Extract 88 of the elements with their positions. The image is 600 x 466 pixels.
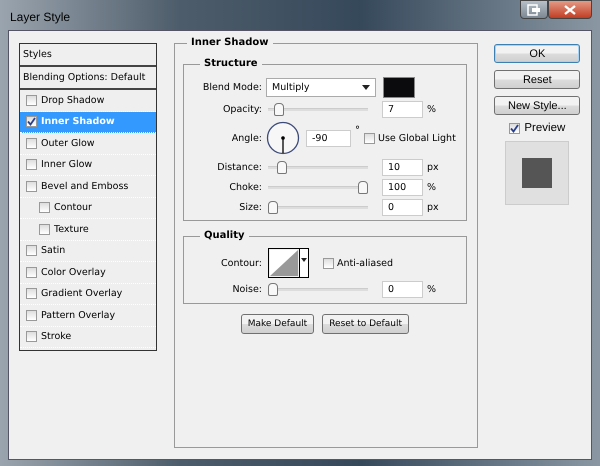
value-field[interactable]: 10 xyxy=(382,158,423,176)
value-field[interactable]: 0 xyxy=(382,198,423,216)
contour-picker[interactable] xyxy=(268,248,309,278)
checkbox-label: Use Global Light xyxy=(378,132,456,144)
checkbox[interactable] xyxy=(26,310,37,321)
checkbox[interactable] xyxy=(26,288,37,300)
panel-button[interactable]: Reset to Default xyxy=(322,314,409,334)
checkbox[interactable] xyxy=(26,245,37,256)
unit-label: % xyxy=(427,284,436,294)
slider-thumb[interactable] xyxy=(268,200,278,214)
window-title: Layer Style xyxy=(9,9,70,24)
style-label: Inner Shadow xyxy=(41,116,115,128)
field-label: Blend Mode: xyxy=(202,82,262,92)
angle-dial[interactable] xyxy=(266,121,300,155)
blending-options-item[interactable]: Blending Options: Default xyxy=(20,67,156,90)
style-label: Color Overlay xyxy=(41,266,106,278)
unit-label: px xyxy=(427,202,439,212)
field-label: Choke: xyxy=(228,182,262,192)
dialog-button[interactable]: New Style... xyxy=(494,96,580,115)
checkbox-label: Anti-aliased xyxy=(337,258,394,268)
field-label: Angle: xyxy=(230,132,262,144)
angle-field[interactable]: -90 xyxy=(306,130,351,146)
dialog-button[interactable]: OK xyxy=(494,44,580,63)
checkbox[interactable] xyxy=(509,122,520,134)
checkbox[interactable] xyxy=(26,94,37,106)
style-item[interactable]: Gradient Overlay xyxy=(20,284,156,305)
checkbox[interactable] xyxy=(39,224,50,235)
style-label: Texture xyxy=(54,224,89,235)
style-label: Inner Glow xyxy=(41,159,92,170)
restore-button[interactable] xyxy=(520,0,548,19)
panel-button[interactable]: Make Default xyxy=(240,314,314,334)
group-title: Quality xyxy=(200,230,249,241)
value-field[interactable]: 0 xyxy=(382,280,423,298)
style-label: Bevel and Emboss xyxy=(41,180,128,192)
slider-thumb[interactable] xyxy=(274,102,284,116)
unit-label: % xyxy=(427,104,436,114)
field-label: Noise: xyxy=(231,284,262,294)
color-swatch[interactable] xyxy=(383,76,415,98)
blend-mode-dropdown[interactable]: Multiply xyxy=(266,78,376,96)
caret-icon xyxy=(301,258,307,262)
styles-header[interactable]: Styles xyxy=(20,44,156,67)
style-label: Outer Glow xyxy=(41,138,95,149)
checkbox[interactable] xyxy=(26,159,37,170)
checkbox[interactable] xyxy=(364,132,375,144)
unit-label: px xyxy=(427,162,439,172)
unit-label: % xyxy=(427,182,436,192)
style-item[interactable]: Inner Glow xyxy=(20,154,156,176)
style-label: Satin xyxy=(41,245,66,256)
style-item[interactable]: Bevel and Emboss xyxy=(20,176,156,198)
field-label: Contour: xyxy=(220,258,262,268)
checkbox[interactable] xyxy=(26,138,37,149)
style-label: Drop Shadow xyxy=(41,94,104,106)
unit-label: ° xyxy=(355,125,360,136)
dialog-button[interactable]: Reset xyxy=(494,70,580,89)
checkbox[interactable] xyxy=(26,331,37,342)
preview-square xyxy=(522,158,552,188)
field-label: Distance: xyxy=(216,162,262,172)
field-label: Opacity: xyxy=(222,104,262,114)
panel-title: Inner Shadow xyxy=(187,37,272,48)
style-item[interactable]: Pattern Overlay xyxy=(20,305,156,326)
slider-thumb[interactable] xyxy=(358,180,368,194)
caret-icon xyxy=(362,84,370,90)
style-label: Pattern Overlay xyxy=(41,310,116,321)
checkbox[interactable] xyxy=(26,116,37,128)
checkbox-label: Preview xyxy=(524,122,566,134)
style-item[interactable]: Contour xyxy=(20,198,156,219)
style-item[interactable]: Color Overlay xyxy=(20,262,156,284)
slider-thumb[interactable] xyxy=(268,282,278,296)
value-field[interactable]: 7 xyxy=(382,100,423,118)
slider-thumb[interactable] xyxy=(277,160,287,174)
close-button[interactable] xyxy=(548,0,592,19)
contour-curve-icon xyxy=(270,250,298,276)
close-icon xyxy=(564,4,576,14)
style-label: Gradient Overlay xyxy=(41,288,122,300)
style-item[interactable]: Texture xyxy=(20,219,156,240)
group-title: Structure xyxy=(200,58,262,69)
checkbox[interactable] xyxy=(26,266,37,278)
checkbox[interactable] xyxy=(26,180,37,192)
style-label: Stroke xyxy=(41,331,72,342)
style-item[interactable]: Stroke xyxy=(20,326,156,348)
checkbox[interactable] xyxy=(323,258,334,268)
style-item[interactable]: Outer Glow xyxy=(20,133,156,154)
value-field[interactable]: 100 xyxy=(382,178,423,196)
style-item[interactable]: Satin xyxy=(20,240,156,262)
checkbox[interactable] xyxy=(39,202,50,214)
field-label: Size: xyxy=(238,202,262,212)
window-icon xyxy=(527,4,541,16)
style-label: Contour xyxy=(54,202,92,214)
